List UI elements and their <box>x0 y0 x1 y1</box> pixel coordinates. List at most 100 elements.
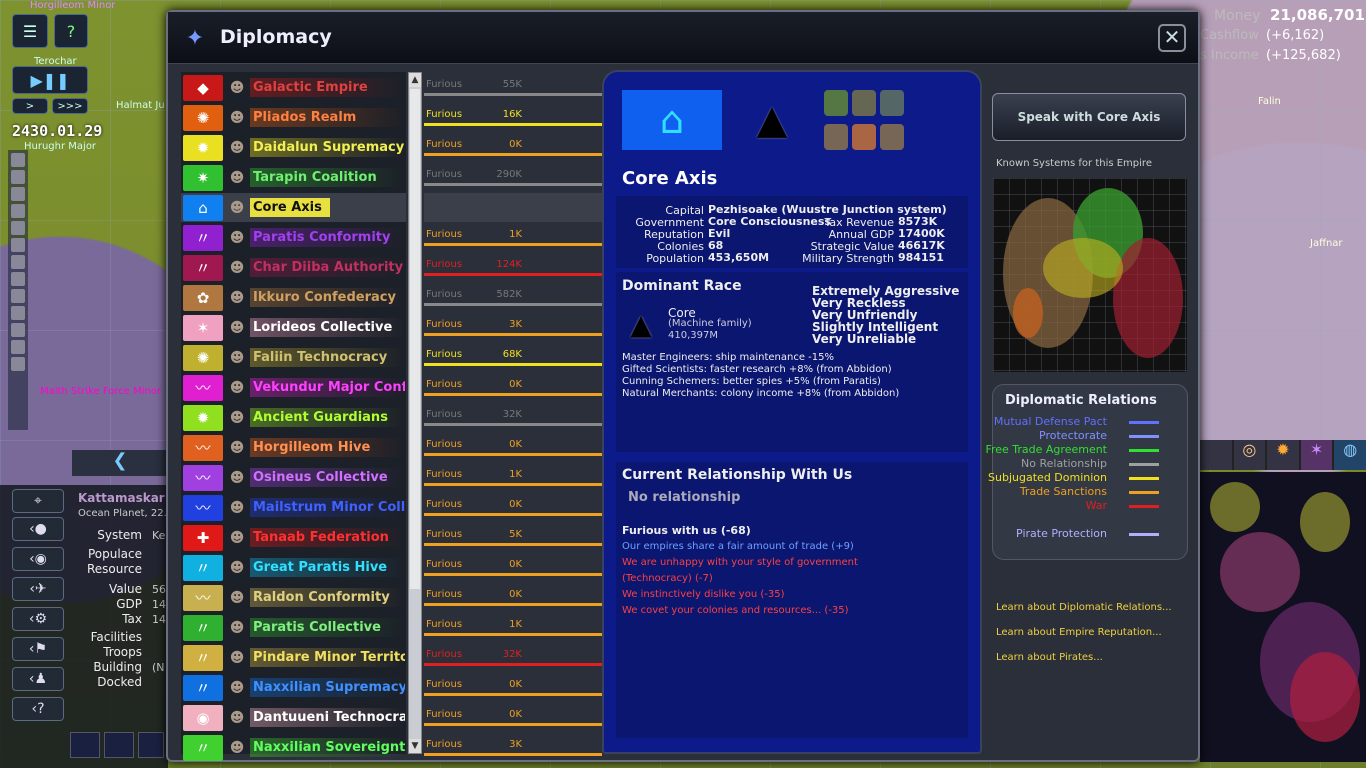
empire-row[interactable]: ✹ ☻ Daidalun Supremacy <box>181 133 406 162</box>
eye-button[interactable]: ‹◉ <box>12 547 64 571</box>
toolbar-icon[interactable] <box>11 340 25 354</box>
empire-row[interactable]: 〃 ☻ Paratis Collective <box>181 613 406 642</box>
flag-button[interactable]: ‹⚑ <box>12 637 64 661</box>
relationship-row[interactable]: Furious 3K <box>424 313 602 342</box>
race-portrait[interactable] <box>824 90 848 116</box>
toolbar-icon[interactable] <box>11 306 25 320</box>
toolbar-icon[interactable] <box>11 204 25 218</box>
relationship-row[interactable]: Furious 32K <box>424 403 602 432</box>
race-portrait[interactable] <box>880 90 904 116</box>
empire-row[interactable]: 〃 ☻ Paratis Conformity <box>181 223 406 252</box>
empire-row[interactable]: 〃 ☻ Great Paratis Hive <box>181 553 406 582</box>
relationship-row[interactable]: Furious 32K <box>424 643 602 672</box>
relationship-row[interactable]: Furious 5K <box>424 523 602 552</box>
troops-button[interactable]: ‹♟ <box>12 667 64 691</box>
empire-row[interactable]: 〃 ☻ Naxxilian Supremacy <box>181 673 406 702</box>
scroll-down-icon[interactable]: ▼ <box>409 739 421 753</box>
relationship-row[interactable]: Furious 68K <box>424 343 602 372</box>
empire-row[interactable]: 〰 ☻ Mailstrum Minor Collecti <box>181 493 406 522</box>
slot[interactable] <box>138 732 164 758</box>
planet-view-button[interactable]: ‹● <box>12 517 64 541</box>
speed-fast-button[interactable]: >>> <box>52 98 88 114</box>
relationship-row[interactable]: Furious 3K <box>424 733 602 762</box>
toolbar-icon[interactable] <box>11 187 25 201</box>
filter-button[interactable]: ✶ <box>1300 440 1333 470</box>
speak-with-empire-button[interactable]: Speak with Core Axis <box>992 93 1186 141</box>
toolbar-icon[interactable] <box>11 357 25 371</box>
race-portrait[interactable] <box>852 90 876 116</box>
speed-slow-button[interactable]: > <box>12 98 48 114</box>
filter-button[interactable]: ◍ <box>1334 440 1366 470</box>
toolbar-icon[interactable] <box>11 255 25 269</box>
race-portrait[interactable] <box>824 124 848 150</box>
empire-row[interactable]: ◆ ☻ Galactic Empire <box>181 73 406 102</box>
relationship-row[interactable]: Furious 290K <box>424 163 602 192</box>
relationship-row[interactable]: Furious 0K <box>424 433 602 462</box>
relationship-row[interactable]: Furious 124K <box>424 253 602 282</box>
help-button[interactable]: ? <box>54 14 88 48</box>
relationship-row[interactable]: Furious 55K <box>424 73 602 102</box>
empire-row[interactable]: ✿ ☻ Ikkuro Confederacy <box>181 283 406 312</box>
menu-button[interactable]: ☰ <box>12 14 48 48</box>
relationship-row[interactable]: Furious 0K <box>424 493 602 522</box>
filter-button[interactable] <box>1200 440 1232 470</box>
learn-empire-reputation-link[interactable]: Learn about Empire Reputation... <box>996 627 1162 638</box>
slot[interactable] <box>104 732 134 758</box>
help-info-button[interactable]: ‹? <box>12 697 64 721</box>
empire-row[interactable]: 〃 ☻ Naxxilian Sovereignty <box>181 733 406 762</box>
close-button[interactable]: ✕ <box>1158 24 1186 52</box>
relationship-row[interactable]: Furious 0K <box>424 133 602 162</box>
slot[interactable] <box>70 732 100 758</box>
relationship-row[interactable]: Furious 1K <box>424 463 602 492</box>
empire-list-scrollbar[interactable]: ▲ ▼ <box>408 72 422 754</box>
empire-row[interactable]: 〰 ☻ Horgilleom Hive <box>181 433 406 462</box>
relationship-row[interactable]: Furious 0K <box>424 583 602 612</box>
learn-pirates-link[interactable]: Learn about Pirates... <box>996 652 1103 663</box>
empire-row[interactable]: ✹ ☻ Ancient Guardians <box>181 403 406 432</box>
toolbar-icon[interactable] <box>11 170 25 184</box>
play-pause-button[interactable]: ▶❚❚ <box>12 66 88 94</box>
empire-row[interactable]: 〰 ☻ Raldon Conformity <box>181 583 406 612</box>
filter-button[interactable]: ✹ <box>1267 440 1299 470</box>
empire-flag-icon: 〃 <box>183 554 223 581</box>
relationship-row[interactable]: Furious 582K <box>424 283 602 312</box>
toolbar-icon[interactable] <box>11 238 25 252</box>
relationship-row[interactable]: Furious 0K <box>424 703 602 732</box>
relationship-row[interactable]: Furious 0K <box>424 673 602 702</box>
learn-diplomatic-relations-link[interactable]: Learn about Diplomatic Relations... <box>996 602 1172 613</box>
relationship-row[interactable]: Furious 16K <box>424 103 602 132</box>
empire-row[interactable]: ⌂ ☻ Core Axis <box>181 193 406 222</box>
empire-leader-portrait: ☻ <box>229 589 245 606</box>
ship-button[interactable]: ‹✈ <box>12 577 64 601</box>
toolbar-icon[interactable] <box>11 221 25 235</box>
empire-row[interactable]: 〰 ☻ Osineus Collective <box>181 463 406 492</box>
empire-row[interactable]: 〃 ☻ Char Diiba Authority <box>181 253 406 282</box>
race-portrait[interactable] <box>852 124 876 150</box>
race-portrait[interactable] <box>880 124 904 150</box>
known-systems-map[interactable] <box>993 178 1187 372</box>
scroll-up-icon[interactable]: ▲ <box>409 73 421 87</box>
toolbar-icon[interactable] <box>11 272 25 286</box>
empire-row[interactable]: ◉ ☻ Dantuueni Technocracy <box>181 703 406 732</box>
relationship-row[interactable]: Furious 0K <box>424 553 602 582</box>
scroll-thumb[interactable] <box>410 89 420 589</box>
relationship-row[interactable]: Furious 1K <box>424 613 602 642</box>
empire-row[interactable]: ✺ ☻ Faliin Technocracy <box>181 343 406 372</box>
toolbar-icon[interactable] <box>11 323 25 337</box>
filter-button[interactable]: ◎ <box>1233 440 1266 470</box>
relationship-row[interactable]: Furious 1K <box>424 223 602 252</box>
relationship-row[interactable]: Furious 0K <box>424 373 602 402</box>
target-lock-button[interactable]: ⌖ <box>12 489 64 513</box>
relationship-row[interactable] <box>424 193 602 222</box>
galaxy-minimap[interactable] <box>1200 472 1366 762</box>
toolbar-icon[interactable] <box>11 289 25 303</box>
settings-button[interactable]: ‹⚙ <box>12 607 64 631</box>
empire-row[interactable]: ✷ ☻ Tarapin Coalition <box>181 163 406 192</box>
empire-row[interactable]: ✶ ☻ Lorideos Collective <box>181 313 406 342</box>
empire-row[interactable]: 〰 ☻ Vekundur Major Conform <box>181 373 406 402</box>
empire-row[interactable]: ✚ ☻ Tanaab Federation <box>181 523 406 552</box>
toolbar-icon[interactable] <box>11 153 25 167</box>
collapse-panel-button[interactable]: ❮ <box>72 450 168 476</box>
empire-row[interactable]: ✺ ☻ Pliados Realm <box>181 103 406 132</box>
empire-row[interactable]: 〃 ☻ Pindare Minor Territory <box>181 643 406 672</box>
